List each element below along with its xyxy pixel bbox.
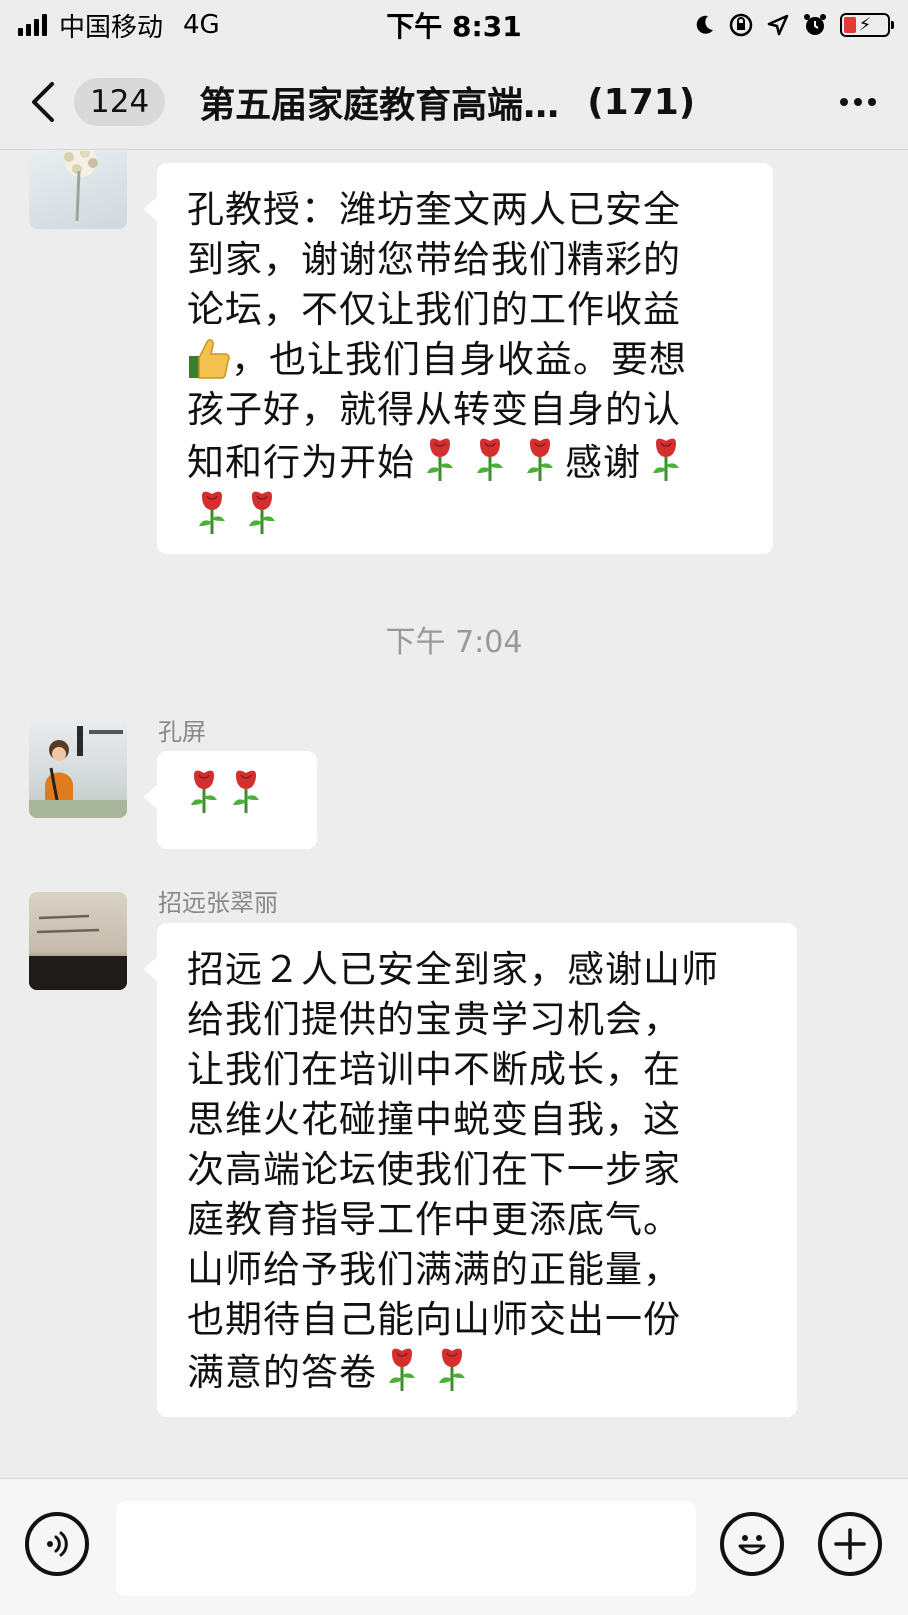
alarm-icon — [804, 14, 826, 35]
more-options-button[interactable] — [828, 72, 888, 132]
sender-name: 孔屏 — [158, 718, 206, 746]
rose-icon — [245, 488, 279, 536]
more-functions-button[interactable] — [818, 1512, 882, 1576]
message-text: 孩子好，就得从转变自身的认 — [187, 388, 681, 431]
message-input[interactable] — [116, 1501, 696, 1596]
voice-icon — [47, 1531, 68, 1557]
message-text: 次高端论坛使我们在下一步家 — [187, 1148, 681, 1191]
message-text: 知和行为开始 — [187, 441, 415, 484]
rose-icon — [423, 435, 457, 483]
message-text: 让我们在培训中不断成长，在 — [187, 1048, 681, 1091]
message-text: ，也让我们自身收益。要想 — [231, 338, 687, 381]
rose-icon — [195, 488, 229, 536]
rose-icon — [649, 435, 683, 483]
signal-strength-icon — [18, 14, 47, 36]
battery-icon: ⚡ — [840, 13, 894, 37]
rose-icon — [473, 435, 507, 483]
avatar[interactable] — [29, 151, 127, 229]
rose-icon — [523, 435, 557, 483]
sender-name: 招远张翠丽 — [158, 889, 278, 917]
avatar[interactable] — [29, 720, 127, 818]
avatar[interactable] — [29, 892, 127, 990]
message-text: 到家，谢谢您带给我们精彩的 — [187, 238, 681, 281]
voice-input-button[interactable] — [25, 1512, 89, 1576]
unread-count-badge[interactable]: 124 — [74, 78, 166, 126]
timestamp: 下午 7:04 — [385, 625, 523, 660]
member-count: (171) — [587, 81, 696, 123]
message-text: 满意的答卷 — [187, 1351, 377, 1394]
message-list[interactable]: 孔教授：潍坊奎文两人已安全 到家，谢谢您带给我们精彩的 论坛，不仅让我们的工作收… — [0, 151, 908, 1476]
message-text: 孔教授：潍坊奎文两人已安全 — [187, 188, 681, 231]
thumbs-up-icon — [187, 336, 231, 380]
status-bar: 中国移动 4G 下午 8:31 ⚡ — [0, 0, 908, 50]
rose-icon — [385, 1345, 419, 1393]
message-text: 论坛，不仅让我们的工作收益 — [187, 288, 681, 331]
message-text: 招远２人已安全到家，感谢山师 — [187, 948, 719, 991]
chat-title: 第五届家庭教育高端… — [199, 85, 560, 126]
message-text: 也期待自己能向山师交出一份 — [187, 1298, 681, 1341]
more-dot-icon — [854, 98, 862, 106]
plus-icon — [834, 1528, 866, 1560]
moon-icon — [696, 15, 713, 34]
message-text: 山师给予我们满满的正能量， — [187, 1248, 681, 1291]
message-text: 思维火花碰撞中蜕变自我，这 — [187, 1098, 681, 1141]
message-text: 给我们提供的宝贵学习机会， — [187, 998, 681, 1041]
rose-icon — [435, 1345, 469, 1393]
message-bubble[interactable]: 招远２人已安全到家，感谢山师 给我们提供的宝贵学习机会， 让我们在培训中不断成长… — [143, 923, 797, 1417]
emoji-button[interactable] — [720, 1512, 784, 1576]
rotation-lock-icon — [729, 13, 753, 37]
chevron-left-icon — [32, 82, 54, 122]
back-button[interactable] — [20, 72, 64, 132]
status-time: 下午 8:31 — [386, 10, 522, 43]
message-text: 感谢 — [565, 441, 641, 484]
message-bubble[interactable] — [143, 751, 317, 849]
chat-header: 124 第五届家庭教育高端… (171) — [0, 55, 908, 150]
rose-icon — [187, 767, 221, 815]
more-dot-icon — [840, 98, 848, 106]
location-icon — [767, 14, 789, 36]
input-bar — [0, 1478, 908, 1615]
more-dot-icon — [868, 98, 876, 106]
message-bubble[interactable]: 孔教授：潍坊奎文两人已安全 到家，谢谢您带给我们精彩的 论坛，不仅让我们的工作收… — [143, 163, 773, 554]
network-label: 4G — [183, 10, 220, 40]
carrier-label: 中国移动 — [59, 12, 164, 43]
smiley-icon — [738, 1535, 766, 1555]
rose-icon — [229, 767, 263, 815]
message-text: 庭教育指导工作中更添底气。 — [187, 1198, 681, 1241]
